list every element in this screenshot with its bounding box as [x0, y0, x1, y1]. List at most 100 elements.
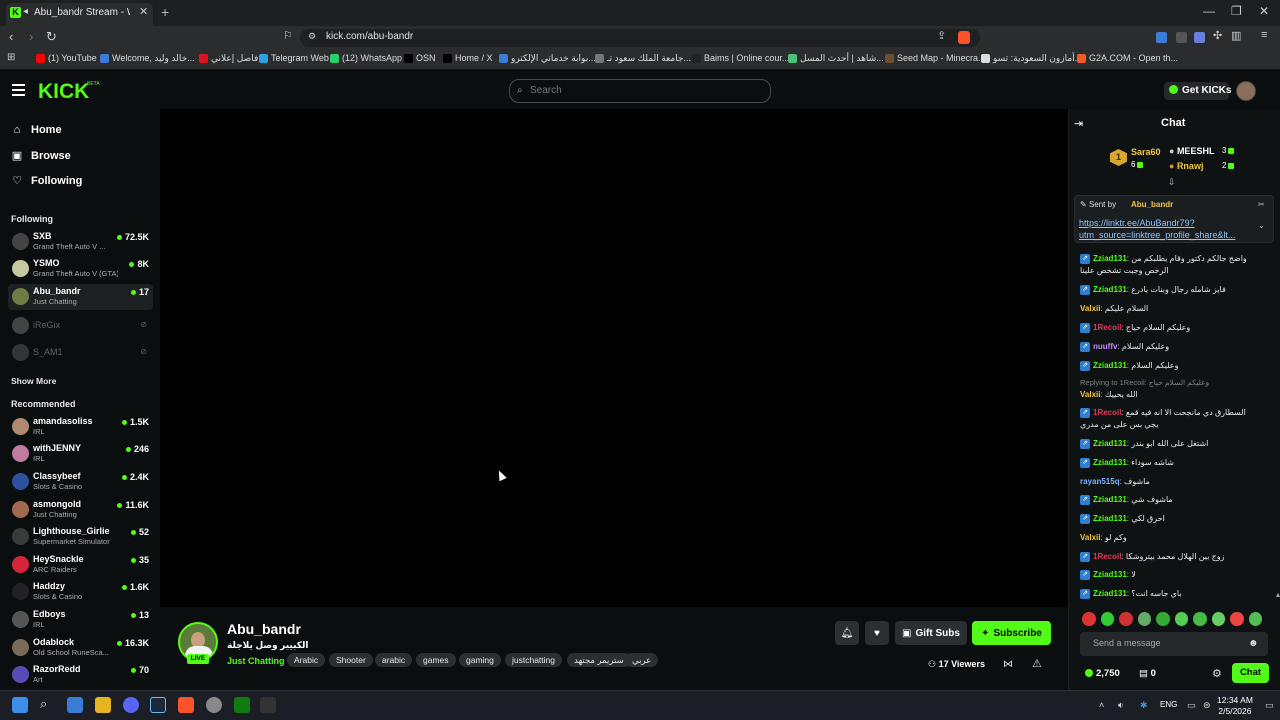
bookmark-item[interactable]: Welcome, خالد وليد... [100, 53, 195, 64]
taskbar-discord-icon[interactable] [123, 697, 139, 713]
tray-network-icon[interactable]: ⊜ [1203, 700, 1211, 711]
collapse-chat-icon[interactable]: ⇥ [1074, 117, 1083, 130]
tab-audio-icon[interactable]: ◂ [23, 6, 28, 17]
user-avatar[interactable] [1236, 81, 1256, 101]
chat-username[interactable]: Zziad131 [1093, 439, 1127, 448]
pinned-user[interactable]: Abu_bandr [1131, 200, 1173, 209]
bookmark-item[interactable]: (1) YouTube [36, 53, 97, 63]
tray-overflow-icon[interactable]: ˄ [1099, 700, 1104, 710]
taskbar-app-icon[interactable] [206, 697, 222, 713]
sidebar-channel[interactable]: Edboys IRL 13 [8, 607, 153, 633]
tray-language[interactable]: ENG [1160, 700, 1177, 709]
emote-icon[interactable] [1137, 612, 1151, 626]
window-maximize-icon[interactable]: ❐ [1231, 4, 1242, 18]
chat-username[interactable]: Zziad131 [1093, 458, 1127, 467]
tray-volume-icon[interactable]: 🔉︎ [1118, 700, 1124, 711]
extension-icon[interactable] [1176, 32, 1187, 43]
back-icon[interactable]: ‹ [9, 29, 13, 44]
chat-username[interactable]: Zziad131 [1093, 285, 1127, 294]
taskbar-steam-icon[interactable] [150, 697, 166, 713]
stream-tag[interactable]: Shooter [329, 653, 373, 667]
bookmark-item[interactable]: فاصل إعلاني [199, 53, 258, 64]
emote-icon[interactable] [1119, 612, 1133, 626]
window-minimize-icon[interactable]: — [1203, 4, 1215, 18]
bookmark-item[interactable]: جامعة الملك سعود تـ... [595, 53, 691, 64]
sidebar-channel[interactable]: withJENNY IRL 246 [8, 441, 153, 467]
tray-display-icon[interactable]: ▭ [1187, 700, 1196, 711]
chat-username[interactable]: Zziad131 [1093, 361, 1127, 370]
leaderboard-user[interactable]: ● Rnawj [1169, 161, 1203, 171]
extensions-puzzle-icon[interactable]: ✣ [1213, 29, 1222, 42]
sidebar-channel[interactable]: Classybeef Slots & Casino 2.4K [8, 469, 153, 495]
follow-button[interactable]: ♥ [865, 621, 889, 645]
bookmark-item[interactable]: (12) WhatsApp [330, 53, 402, 63]
streamer-name[interactable]: Abu_bandr [227, 621, 301, 637]
video-player[interactable] [160, 109, 1068, 607]
bookmark-item[interactable]: Telegram Web [259, 53, 329, 63]
forward-icon[interactable]: › [29, 29, 33, 44]
emoji-picker-icon[interactable]: ☻ [1248, 638, 1259, 649]
sidebar-channel[interactable]: asmongold Just Chatting 11.6K [8, 497, 153, 523]
report-icon[interactable]: ⚠ [1032, 657, 1042, 670]
unpin-icon[interactable]: ✂ [1258, 200, 1265, 209]
stream-tag[interactable]: gaming [459, 653, 501, 667]
chat-username[interactable]: Valxii [1080, 304, 1100, 313]
sidebar-channel[interactable]: HeySnackle ARC Raiders 35 [8, 552, 153, 578]
emote-icon[interactable] [1174, 612, 1188, 626]
sidebar-channel[interactable]: Haddzy Slots & Casino 1.6K [8, 579, 153, 605]
emote-icon[interactable] [1211, 612, 1225, 626]
chat-username[interactable]: Zziad131 [1093, 570, 1127, 579]
share-icon[interactable]: ⋈ [1003, 659, 1013, 670]
tray-bluetooth-icon[interactable]: ✱ [1140, 700, 1148, 711]
sidebar-channel[interactable]: Lighthouse_Girlie Supermarket Simulator 52 [8, 524, 153, 550]
stream-tag[interactable]: games [416, 653, 456, 667]
stream-tag[interactable]: ستريمر مجتهد [567, 653, 631, 667]
chat-username[interactable]: nuuffv [1093, 342, 1117, 351]
chat-username[interactable]: 1Recoil [1093, 552, 1121, 561]
subs-balance[interactable]: ▤ 0 [1139, 668, 1156, 679]
chat-username[interactable]: Valxii [1080, 533, 1100, 542]
chat-username[interactable]: 1Recoil [1093, 323, 1121, 332]
chat-username[interactable]: Zziad131 [1093, 254, 1127, 263]
bookmark-item[interactable]: Seed Map - Minecra... [885, 53, 986, 63]
bookmark-icon[interactable]: ⚐ [283, 29, 293, 42]
new-tab-icon[interactable]: + [161, 4, 169, 20]
subscribe-button[interactable]: ✦ Subscribe [972, 621, 1051, 645]
taskbar-brave-icon[interactable] [178, 697, 194, 713]
gift-subs-button[interactable]: ▣ Gift Subs [895, 621, 967, 645]
stream-category[interactable]: Just Chatting [227, 656, 285, 666]
taskbar-search-icon[interactable]: ⌕ [40, 696, 47, 712]
chat-username[interactable]: Zziad131 [1093, 514, 1127, 523]
emote-icon[interactable] [1100, 612, 1114, 626]
leaderboard-user[interactable]: ● MEESHL [1169, 146, 1214, 156]
chat-settings-icon[interactable]: ⚙ [1212, 667, 1222, 680]
scroll-indicator-icon[interactable]: ▴ [1276, 590, 1280, 599]
clock[interactable]: 12:34 AM 2/5/2026 [1217, 695, 1253, 717]
window-close-icon[interactable]: ✕ [1259, 4, 1269, 18]
taskbar-xbox-icon[interactable] [234, 697, 250, 713]
stream-tag[interactable]: arabic [375, 653, 413, 667]
emote-icon[interactable] [1248, 612, 1262, 626]
sidebar-channel[interactable]: iReGix ⊘ [8, 313, 153, 339]
sidebar-channel[interactable]: Odablock Old School RuneSca... 16.3K [8, 635, 153, 661]
apps-grid-icon[interactable]: ⊞ [7, 52, 15, 63]
sidebar-channel[interactable]: S_AM1 ⊘ [8, 340, 153, 366]
sidebar-channel[interactable]: amandasoliss IRL 1.5K [8, 414, 153, 440]
taskbar-photos-icon[interactable] [67, 697, 83, 713]
taskbar-explorer-icon[interactable] [95, 697, 111, 713]
taskbar-app-icon[interactable] [260, 697, 276, 713]
expand-leaderboard-icon[interactable]: ⇩ [1168, 177, 1176, 188]
emote-icon[interactable] [1230, 612, 1244, 626]
kick-logo[interactable]: KICK [38, 80, 89, 104]
tab-close-icon[interactable]: ✕ [139, 5, 148, 18]
sidebar-toggle-icon[interactable]: ▥ [1231, 29, 1241, 42]
bookmark-item[interactable]: Baims | Online cour... [692, 53, 789, 63]
windows-start-icon[interactable] [12, 697, 28, 713]
brave-shield-icon[interactable] [958, 31, 970, 44]
emote-icon[interactable] [1082, 612, 1096, 626]
search-input[interactable] [530, 85, 760, 96]
notify-button[interactable]: 🔔︎ [835, 621, 859, 645]
chat-username[interactable]: Zziad131 [1093, 589, 1127, 598]
chevron-down-icon[interactable]: ⌄ [1258, 221, 1265, 230]
bookmark-item[interactable]: OSN [404, 53, 436, 63]
